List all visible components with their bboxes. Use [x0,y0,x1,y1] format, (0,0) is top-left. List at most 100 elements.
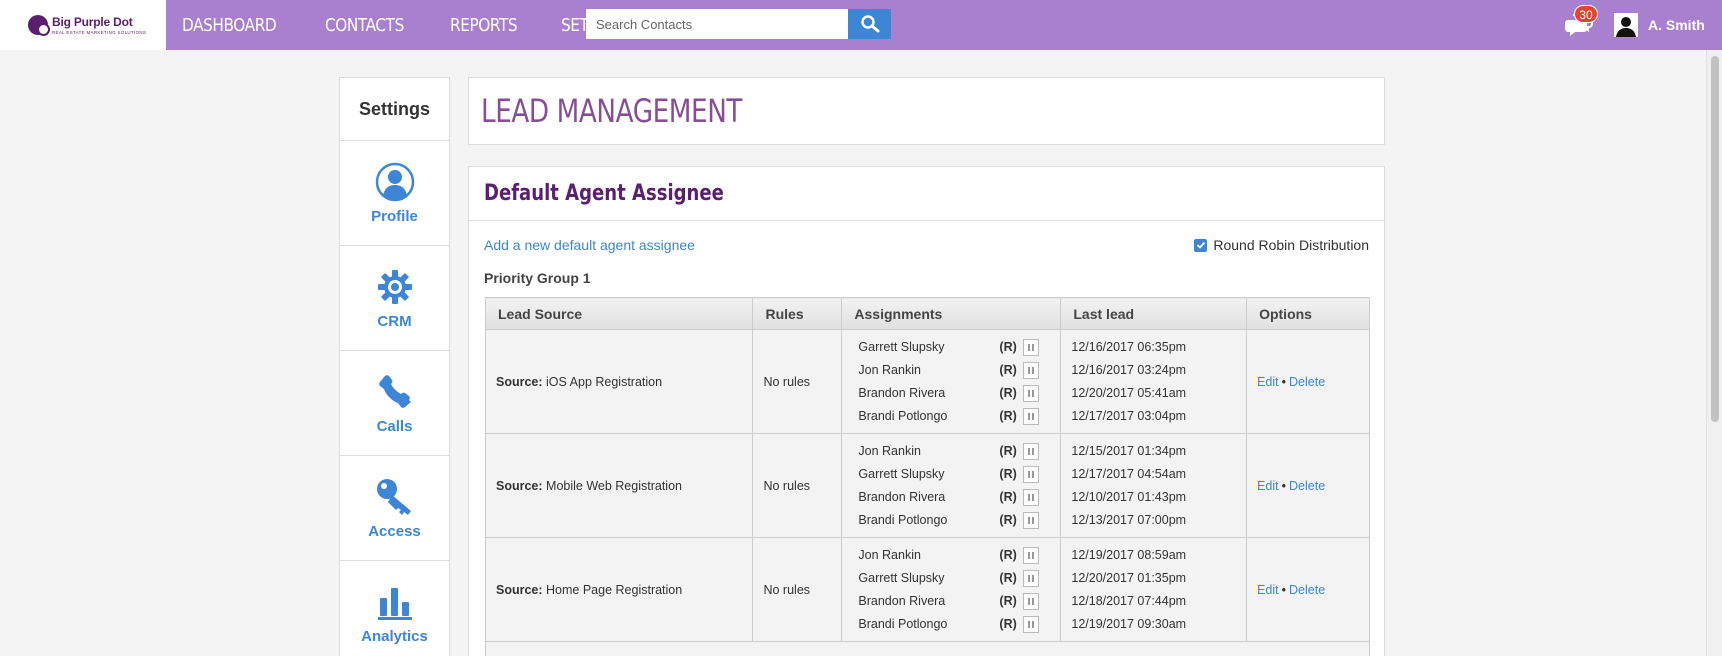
table-row [485,641,1370,656]
pause-button[interactable] [1023,569,1040,587]
delete-link[interactable]: Delete [1289,583,1325,597]
agent-name: Garrett Slupsky [858,571,945,585]
assignment-item: Garrett Slupsky (R) [858,463,1050,486]
gear-icon [377,269,412,304]
last-lead-cell: 12/16/2017 06:35pm 12/16/2017 03:24pm 12… [1060,329,1248,434]
sidebar-title: Settings [340,78,449,141]
notification-badge: 30 [1574,5,1598,23]
pause-button[interactable] [1023,384,1040,402]
last-lead-time: 12/19/2017 09:30am [1071,617,1187,631]
agent-name: Brandi Potlongo [858,617,948,631]
nav-dashboard[interactable]: DASHBOARD [182,15,277,36]
empty-cell [485,641,1370,656]
sidebar-item-calls[interactable]: Calls [340,351,449,456]
pause-button[interactable] [1023,592,1040,610]
scrollbar-thumb[interactable] [1711,56,1719,422]
source-prefix: Source: [496,374,543,389]
brand-name: Big Purple Dot [52,15,133,29]
sidebar-item-crm[interactable]: CRM [340,246,449,351]
table-row: Source: iOS App Registration No rules Ga… [484,329,1370,434]
separator: • [1281,374,1287,389]
pause-button[interactable] [1023,546,1040,564]
user-silhouette-icon [1616,17,1636,37]
pause-button[interactable] [1023,442,1040,460]
edit-link[interactable]: Edit [1257,375,1279,389]
nav-reports[interactable]: REPORTS [450,15,518,36]
brand-logo[interactable]: Big Purple Dot REAL ESTATE MARKETING SOL… [0,0,166,50]
top-navbar: Big Purple Dot REAL ESTATE MARKETING SOL… [0,0,1722,50]
table-header-row: Lead Source Rules Assignments Last lead … [484,297,1370,330]
pause-button[interactable] [1023,511,1040,529]
source-name: iOS App Registration [546,374,663,389]
last-lead-cell: 12/15/2017 01:34pm 12/17/2017 04:54am 12… [1060,433,1248,538]
source-name: Mobile Web Registration [546,478,682,493]
col-assignments: Assignments [841,297,1062,330]
source-prefix: Source: [496,478,543,493]
pause-button[interactable] [1023,615,1040,633]
delete-link[interactable]: Delete [1289,479,1325,493]
page-title: LEAD MANAGEMENT [481,92,743,130]
round-robin-marker: (R) [999,513,1017,527]
checkmark-icon [1196,241,1206,249]
edit-link[interactable]: Edit [1257,583,1279,597]
col-lead-source: Lead Source [484,297,754,330]
options-cell: Edit • Delete [1246,537,1370,642]
last-lead-time: 12/13/2017 07:00pm [1071,513,1187,527]
last-lead-time: 12/10/2017 01:43pm [1071,490,1187,504]
user-circle-icon [375,162,414,201]
lead-source-cell: Source: iOS App Registration [484,329,754,434]
assignment-item: Jon Rankin (R) [858,359,1050,382]
user-menu[interactable]: A. Smith [1614,13,1705,37]
assignment-item: Brandon Rivera (R) [858,486,1050,509]
page-scrollbar[interactable] [1706,50,1722,656]
section-title: Default Agent Assignee [484,181,724,206]
user-name: A. Smith [1648,17,1705,33]
delete-link[interactable]: Delete [1289,375,1325,389]
nav-contacts[interactable]: CONTACTS [325,15,404,36]
section-header: Default Agent Assignee [469,167,1384,221]
pause-button[interactable] [1023,407,1040,425]
pause-button[interactable] [1023,488,1040,506]
assignment-item: Brandon Rivera (R) [858,382,1050,405]
sidebar-item-profile[interactable]: Profile [340,141,449,246]
search-input[interactable] [586,9,848,39]
pause-button[interactable] [1023,465,1040,483]
agent-name: Brandon Rivera [858,594,946,608]
col-rules: Rules [752,297,843,330]
sidebar-item-access[interactable]: Access [340,456,449,561]
rules-cell: No rules [752,329,843,434]
round-robin-checkbox[interactable] [1194,238,1208,252]
round-robin-toggle[interactable]: Round Robin Distribution [1194,237,1369,253]
round-robin-marker: (R) [999,490,1017,504]
round-robin-marker: (R) [999,386,1017,400]
agent-name: Brandi Potlongo [858,409,948,423]
col-options: Options [1246,297,1370,330]
last-lead-time: 12/15/2017 01:34pm [1071,444,1187,458]
assignment-item: Brandon Rivera (R) [858,590,1050,613]
search-icon [860,15,879,33]
separator: • [1281,582,1287,597]
edit-link[interactable]: Edit [1257,479,1279,493]
default-agent-panel: Default Agent Assignee Add a new default… [468,166,1385,656]
last-lead-time: 12/19/2017 08:59am [1071,548,1187,562]
search-button[interactable] [848,9,891,39]
agent-name: Brandon Rivera [858,490,946,504]
assignments-cell: Garrett Slupsky (R) Jon Rankin (R) Brandon… [841,329,1062,434]
pause-button[interactable] [1023,338,1040,356]
sidebar-item-analytics[interactable]: Analytics [340,561,449,656]
agent-name: Jon Rankin [858,444,921,458]
pause-button[interactable] [1023,361,1040,379]
key-icon [376,478,411,515]
page-title-panel: LEAD MANAGEMENT [468,77,1385,145]
source-name: Home Page Registration [546,582,683,597]
assignments-cell: Jon Rankin (R) Garrett Slupsky (R) Brandon… [841,537,1062,642]
last-lead-time: 12/17/2017 03:04pm [1071,409,1187,423]
last-lead-time: 12/16/2017 03:24pm [1071,363,1187,377]
avatar [1614,13,1638,37]
last-lead-time: 12/17/2017 04:54am [1071,467,1187,481]
add-agent-assignee-link[interactable]: Add a new default agent assignee [484,237,695,253]
bar-chart-icon [377,587,412,620]
round-robin-marker: (R) [999,340,1017,354]
round-robin-label: Round Robin Distribution [1213,237,1369,253]
round-robin-marker: (R) [999,409,1017,423]
